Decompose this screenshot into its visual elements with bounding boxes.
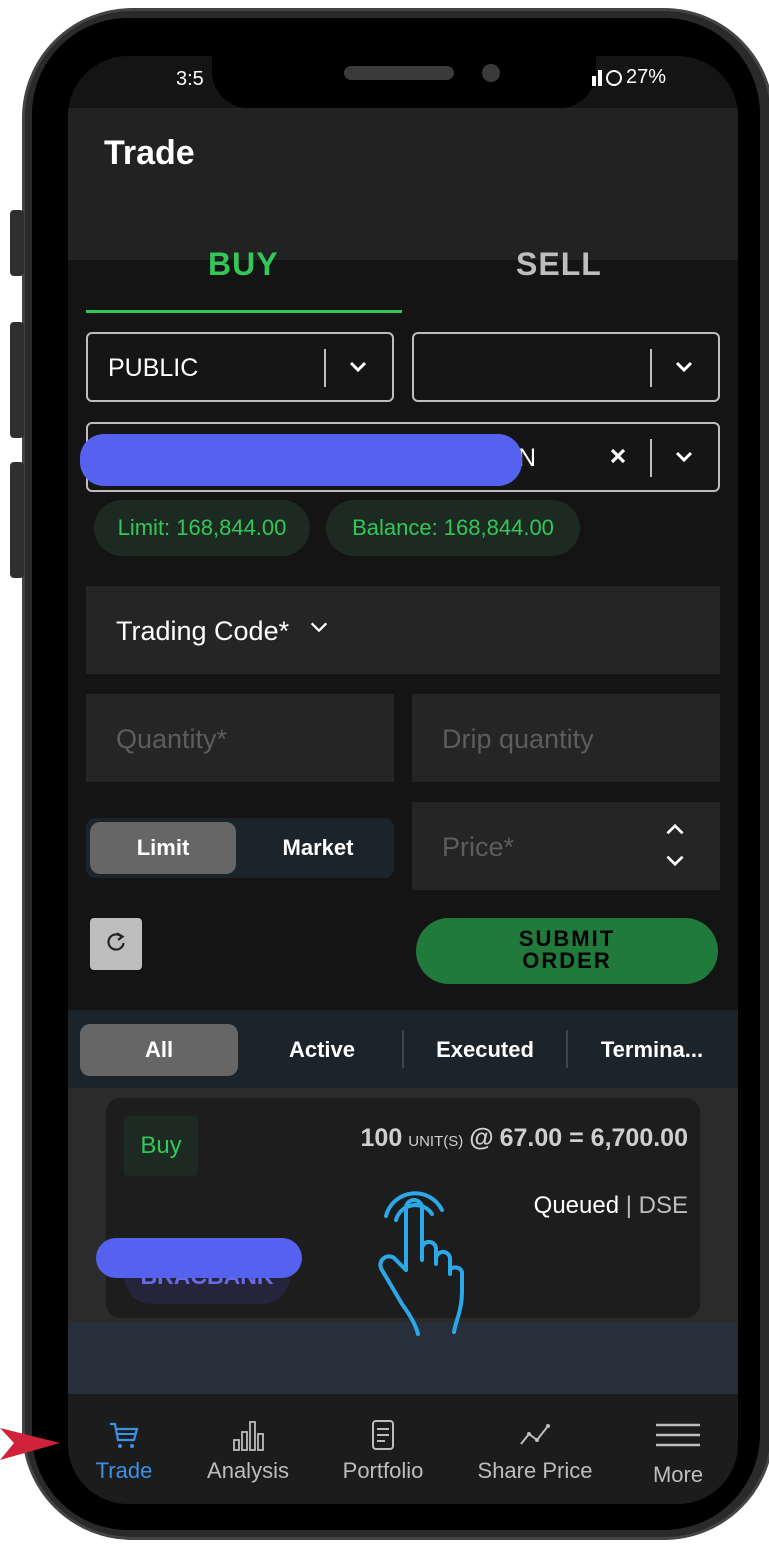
order-unit-label: UNIT(S) (408, 1133, 464, 1150)
trading-code-label: Trading Code* (116, 616, 290, 646)
filter-active[interactable]: Active (254, 1024, 390, 1076)
tap-hand-icon (378, 1191, 464, 1336)
quantity-placeholder: Quantity* (116, 724, 228, 754)
chevron-down-icon[interactable] (672, 354, 696, 378)
phone-side-button (10, 210, 24, 276)
refresh-icon (103, 929, 129, 960)
phone-speaker (344, 66, 454, 80)
nav-analysis-label: Analysis (207, 1458, 289, 1483)
select-divider (324, 349, 326, 387)
quantity-input[interactable]: Quantity* (86, 694, 394, 782)
status-separator: | (625, 1192, 632, 1219)
order-summary: 100 UNIT(S) @ 67.00 = 6,700.00 (361, 1124, 688, 1153)
bottom-navigation: Trade Analysis Portfolio Share Price Mor… (68, 1394, 738, 1504)
select-divider (650, 439, 652, 477)
order-status: Queued | DSE (534, 1192, 688, 1220)
filter-all[interactable]: All (80, 1024, 238, 1076)
phone-volume-down (10, 462, 24, 578)
order-side-badge: Buy (124, 1116, 198, 1176)
cart-icon (107, 1418, 141, 1452)
balance-pill: Balance: 168,844.00 (326, 500, 580, 556)
redacted-order-detail (96, 1238, 302, 1278)
nav-share-price-label: Share Price (477, 1458, 593, 1483)
account-type-select[interactable]: PUBLIC (86, 332, 394, 402)
menu-icon (654, 1418, 702, 1452)
nav-analysis[interactable]: Analysis (192, 1394, 304, 1504)
limit-option[interactable]: Limit (90, 822, 236, 874)
price-placeholder: Price* (442, 832, 515, 862)
submit-order-button[interactable]: SUBMIT ORDER (416, 918, 718, 984)
tab-sell[interactable]: SELL (516, 246, 602, 283)
order-exchange: DSE (638, 1192, 688, 1219)
chevron-down-icon[interactable] (662, 848, 688, 874)
battery-icon (606, 69, 622, 86)
status-indicators: 27% (592, 66, 666, 89)
drip-quantity-input[interactable]: Drip quantity (412, 694, 720, 782)
tab-buy[interactable]: BUY (208, 246, 279, 283)
order-at: @ (469, 1124, 494, 1152)
order-type-toggle: Limit Market (86, 818, 394, 878)
chevron-up-icon[interactable] (662, 816, 688, 842)
document-icon (366, 1418, 400, 1452)
market-option[interactable]: Market (246, 822, 390, 874)
submit-label-line2: ORDER (522, 948, 612, 973)
nav-more[interactable]: More (640, 1394, 716, 1504)
nav-trade-label: Trade (95, 1458, 153, 1483)
second-select[interactable] (412, 332, 720, 402)
nav-share-price[interactable]: Share Price (466, 1394, 604, 1504)
redacted-client-name (80, 434, 522, 486)
nav-trade[interactable]: Trade (78, 1394, 170, 1504)
phone-camera (482, 64, 500, 82)
trading-code-select[interactable]: Trading Code* (86, 586, 720, 674)
phone-volume-up (10, 322, 24, 438)
drip-quantity-placeholder: Drip quantity (442, 724, 594, 754)
page-title: Trade (104, 134, 195, 172)
arrow-icon (0, 1428, 60, 1460)
submit-label-line1: SUBMIT (518, 926, 616, 951)
select-divider (650, 349, 652, 387)
close-icon[interactable] (606, 444, 630, 468)
order-filter-bar: All Active Executed Termina... (68, 1010, 738, 1088)
refresh-button[interactable] (90, 918, 142, 970)
filter-terminated[interactable]: Termina... (574, 1024, 730, 1076)
app-bar: Trade (68, 108, 738, 260)
status-time: 3:5 (176, 68, 204, 90)
order-quantity: 100 (360, 1124, 403, 1152)
chevron-down-icon[interactable] (346, 354, 370, 378)
order-status-text: Queued (533, 1192, 620, 1219)
account-type-value: PUBLIC (108, 354, 199, 382)
nav-more-label: More (652, 1462, 704, 1487)
chevron-down-icon[interactable] (308, 616, 330, 638)
chevron-down-icon[interactable] (672, 444, 696, 468)
signal-icon (592, 69, 602, 86)
phone-notch (212, 56, 596, 108)
bar-chart-icon (231, 1418, 265, 1452)
nav-portfolio[interactable]: Portfolio (328, 1394, 438, 1504)
price-input[interactable]: Price* (412, 802, 720, 890)
tab-buy-indicator (86, 310, 402, 313)
limit-pill: Limit: 168,844.00 (94, 500, 310, 556)
order-price-total: 67.00 = 6,700.00 (499, 1124, 688, 1152)
filter-divider (566, 1030, 568, 1068)
battery-percent: 27% (626, 66, 667, 88)
filter-executed[interactable]: Executed (414, 1024, 556, 1076)
line-chart-icon (518, 1418, 552, 1452)
filter-divider (402, 1030, 404, 1068)
nav-portfolio-label: Portfolio (342, 1458, 424, 1483)
